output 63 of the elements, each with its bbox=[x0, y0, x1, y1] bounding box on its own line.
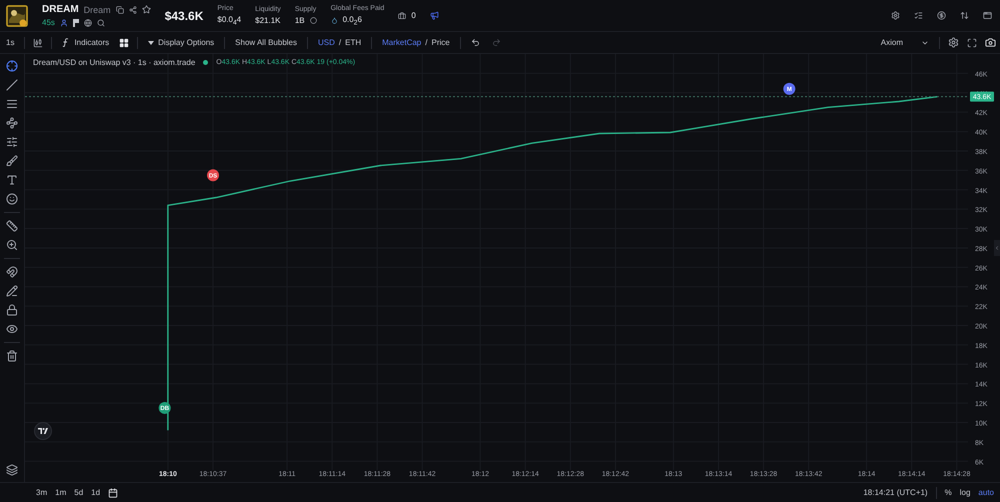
range-button[interactable]: 1m bbox=[55, 488, 66, 497]
show-bubbles-button[interactable]: Show All Bubbles bbox=[233, 38, 299, 47]
status-dot bbox=[203, 60, 208, 65]
holder-count: 0 bbox=[411, 11, 416, 20]
range-button[interactable]: 3m bbox=[36, 488, 48, 497]
range-button[interactable]: 5d bbox=[74, 488, 84, 497]
globe-icon[interactable] bbox=[84, 18, 92, 26]
star-icon[interactable] bbox=[142, 5, 151, 14]
camera-icon[interactable] bbox=[985, 37, 996, 48]
token-name: Dream bbox=[84, 4, 111, 14]
coin-icon[interactable] bbox=[937, 11, 946, 20]
token-symbol: DREAM bbox=[42, 4, 79, 15]
stat-value: 0.0$_{2}$6 bbox=[342, 14, 362, 26]
lock-icon[interactable] bbox=[4, 302, 20, 318]
trash-icon[interactable] bbox=[4, 348, 20, 364]
stat-value: $0.0$_{4}$4 bbox=[217, 14, 242, 26]
stat-value: $21.1K bbox=[255, 16, 280, 25]
layers-icon[interactable] bbox=[4, 462, 20, 478]
megaphone-icon[interactable] bbox=[430, 11, 439, 20]
currency-toggle[interactable]: USD / ETH bbox=[316, 38, 364, 47]
indicators-button[interactable]: Indicators bbox=[60, 38, 112, 47]
pencil-icon[interactable] bbox=[4, 283, 20, 299]
copy-icon[interactable] bbox=[116, 6, 124, 14]
briefcase-icon bbox=[398, 12, 406, 20]
calendar-icon[interactable] bbox=[108, 488, 118, 498]
clock: 18:14:21 (UTC+1) bbox=[863, 488, 928, 497]
fullscreen-icon[interactable] bbox=[967, 38, 977, 48]
user-icon[interactable] bbox=[60, 18, 68, 26]
share-icon[interactable] bbox=[128, 6, 137, 14]
settings-icon[interactable] bbox=[948, 37, 959, 48]
flag-icon[interactable] bbox=[72, 18, 79, 26]
grid-icon[interactable] bbox=[119, 38, 130, 48]
checklist-icon[interactable] bbox=[914, 11, 923, 20]
zoom-in-icon[interactable] bbox=[4, 237, 20, 253]
magnet-icon[interactable] bbox=[4, 264, 20, 280]
token-age: 45s bbox=[42, 18, 55, 27]
window-icon[interactable] bbox=[983, 11, 992, 20]
smiley-icon[interactable] bbox=[4, 191, 20, 207]
settings-icon[interactable] bbox=[891, 11, 900, 20]
candlestick-icon[interactable] bbox=[33, 38, 44, 48]
search-icon[interactable] bbox=[96, 18, 105, 26]
ruler-icon[interactable] bbox=[4, 218, 20, 234]
caret-icon bbox=[148, 40, 154, 44]
display-options-button[interactable]: Display Options bbox=[146, 38, 216, 47]
scale-button[interactable]: auto bbox=[978, 488, 994, 497]
stat-value: 1B bbox=[294, 16, 305, 25]
scale-button[interactable]: % bbox=[944, 488, 952, 497]
layout-dropdown[interactable]: Axiom bbox=[878, 38, 931, 47]
drop-icon bbox=[330, 17, 338, 24]
chart-title: Dream/USD on Uniswap v3 · 1s · axiom.trade bbox=[33, 58, 196, 67]
metric-toggle[interactable]: MarketCap / Price bbox=[380, 38, 452, 47]
scale-button[interactable]: log bbox=[960, 488, 970, 497]
crosshair-icon[interactable] bbox=[4, 58, 20, 74]
range-button[interactable]: 1d bbox=[91, 488, 100, 497]
brush-icon[interactable] bbox=[4, 153, 20, 169]
sort-icon[interactable] bbox=[960, 11, 969, 20]
function-icon bbox=[62, 38, 70, 47]
line-icon[interactable] bbox=[4, 77, 20, 93]
market-cap: $43.6K bbox=[164, 8, 204, 22]
sliders-icon[interactable] bbox=[4, 134, 20, 150]
interval-button[interactable]: 1s bbox=[4, 38, 16, 47]
pattern-icon[interactable] bbox=[4, 115, 20, 131]
circle-icon bbox=[310, 17, 317, 24]
